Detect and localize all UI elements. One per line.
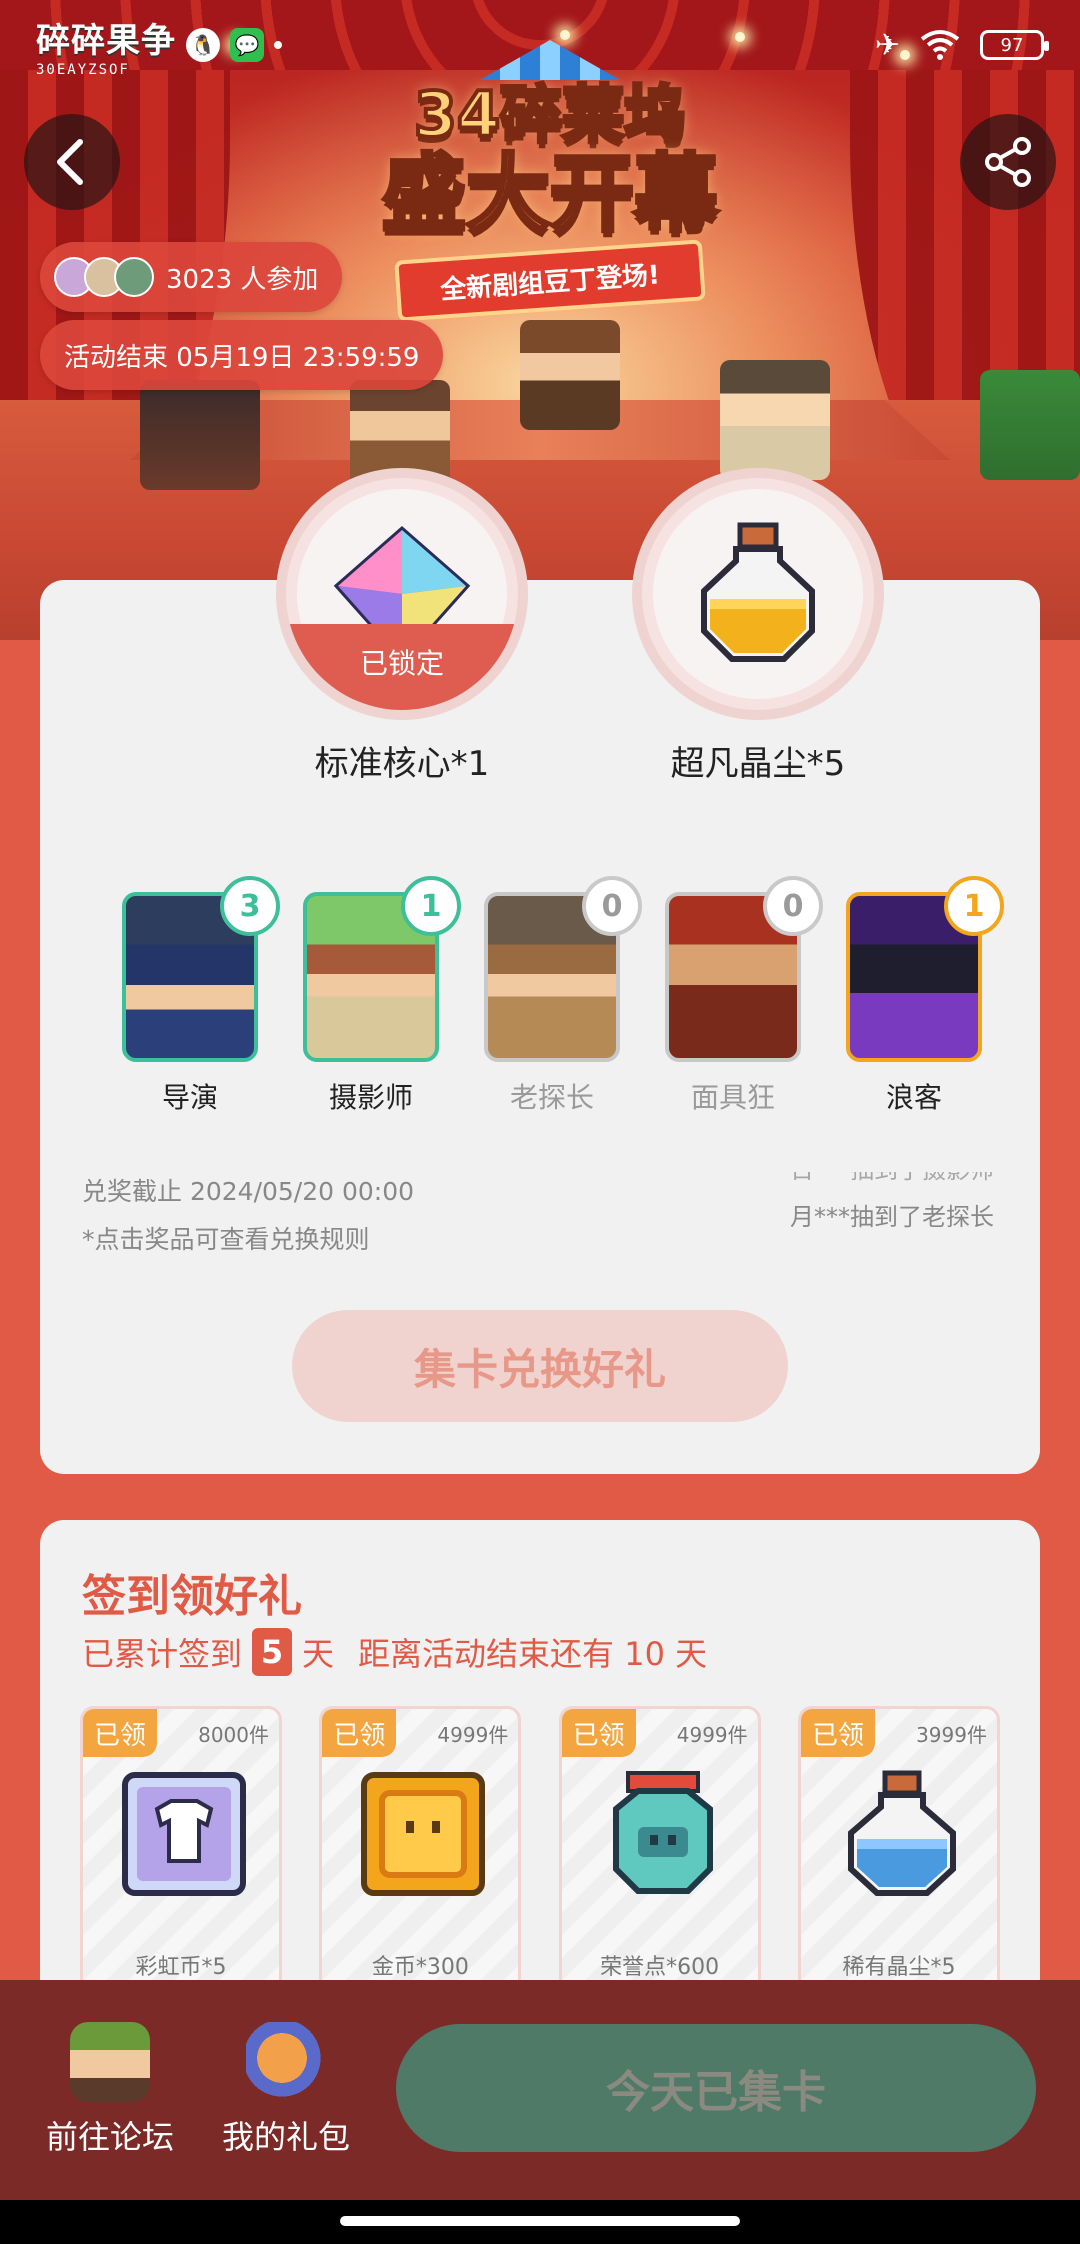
qq-icon: 🐧 — [186, 28, 220, 62]
gift-name: 彩虹币*5 — [135, 1955, 227, 1980]
signin-progress-prefix: 已累计签到 — [82, 1635, 243, 1673]
pixel-character-detective — [720, 360, 830, 480]
claimed-tag: 已领 — [322, 1709, 397, 1757]
reward-label: 超凡晶尘*5 — [670, 744, 846, 784]
wifi-icon — [920, 30, 960, 60]
character-cards-row: 3 导演 1 摄影师 0 老探长 0 面具狂 1 浪客 — [122, 876, 1004, 1116]
card-count-badge: 1 — [944, 876, 1004, 936]
signin-gift-row: 已领 8000件 彩虹币*5 已领 4999件 金币*300 已领 4999件 … — [80, 1706, 1000, 2006]
brand-logo-text: 碎碎果争 — [36, 20, 176, 61]
character-card-mask-maniac[interactable]: 0 面具狂 — [665, 876, 823, 1116]
character-name: 老探长 — [509, 1081, 594, 1114]
event-title-line1: 34碎莱坞 — [412, 78, 688, 151]
rule-tip: *点击奖品可查看兑换规则 — [82, 1225, 370, 1254]
rainbow-shirt-icon — [119, 1769, 249, 1899]
ticker-item-prev: 日***抽到了摄影师 — [734, 1172, 994, 1185]
brand-logo-sub: 30EAYZSOF — [36, 61, 130, 78]
reward-circle — [632, 468, 884, 720]
signin-gift-rainbow-coin[interactable]: 已领 8000件 彩虹币*5 — [80, 1706, 282, 2006]
notification-dot — [274, 41, 282, 49]
gold-coin-icon — [358, 1769, 488, 1899]
character-name: 面具狂 — [690, 1081, 775, 1114]
battery-level: 97 — [1000, 34, 1024, 56]
today-collected-button[interactable]: 今天已集卡 — [396, 2024, 1036, 2152]
activity-end-pill: 活动结束 05月19日 23:59:59 — [40, 320, 444, 390]
gift-name: 稀有晶尘*5 — [842, 1955, 956, 1980]
locked-status-band: 已锁定 — [286, 624, 518, 710]
signin-remaining: 距离活动结束还有 10 天 — [358, 1635, 708, 1673]
blue-potion-icon — [837, 1769, 967, 1899]
signin-gift-honor-points[interactable]: 已领 4999件 荣誉点*600 — [558, 1706, 761, 2006]
gift-stock: 4999件 — [437, 1723, 509, 1747]
gift-pack-label: 我的礼包 — [221, 2118, 350, 2156]
collect-exchange-button[interactable]: 集卡兑换好礼 — [292, 1310, 788, 1422]
reward-standard-core[interactable]: 已锁定 标准核心*1 — [272, 468, 532, 785]
pixel-character-left — [140, 380, 260, 490]
claimed-tag: 已领 — [83, 1709, 157, 1757]
signin-days-unit: 天 — [302, 1635, 335, 1673]
gift-stock: 4999件 — [676, 1723, 748, 1747]
bottom-action-bar: 前往论坛 我的礼包 今天已集卡 — [0, 1980, 1080, 2200]
reward-superb-dust[interactable]: 超凡晶尘*5 — [628, 468, 888, 785]
share-icon — [985, 137, 1031, 187]
redeem-deadline: 兑奖截止 2024/05/20 00:00 — [82, 1177, 415, 1206]
gift-pack-icon — [246, 2022, 326, 2102]
winner-ticker: 日***抽到了摄影师 月***抽到了老探长 — [734, 1172, 994, 1252]
ticker-item-current: 月***抽到了老探长 — [790, 1203, 994, 1231]
back-button[interactable] — [24, 114, 120, 210]
gift-stock: 3999件 — [916, 1723, 987, 1747]
forum-label: 前往论坛 — [45, 2118, 174, 2156]
participant-avatars — [54, 257, 154, 297]
avatar — [114, 257, 154, 297]
card-exchange-panel: 已锁定 标准核心*1 超凡晶尘*5 3 导演 1 摄影师 0 老探长 0 面具狂… — [40, 468, 1040, 1474]
participant-count: 3023 人参加 — [166, 264, 319, 295]
signin-progress: 已累计签到 5 天 距离活动结束还有 10 天 — [82, 1628, 707, 1676]
character-card-director[interactable]: 3 导演 — [122, 876, 280, 1116]
claimed-tag: 已领 — [800, 1709, 875, 1757]
character-card-detective[interactable]: 0 老探长 — [484, 876, 642, 1116]
gift-stock: 8000件 — [198, 1723, 269, 1747]
gift-name: 金币*300 — [371, 1955, 469, 1980]
card-count-badge: 1 — [401, 876, 461, 936]
claimed-tag: 已领 — [561, 1709, 636, 1757]
activity-end-text: 活动结束 05月19日 23:59:59 — [64, 342, 420, 373]
pixel-character-cowboy — [520, 320, 620, 430]
status-bar: 碎碎果争 30EAYZSOF 🐧 💬 ✈ 97 — [0, 0, 1080, 90]
signin-days-count: 5 — [252, 1628, 293, 1676]
airplane-mode-icon: ✈ — [874, 27, 900, 63]
signin-title: 签到领好礼 — [82, 1571, 302, 1622]
go-to-forum-button[interactable]: 前往论坛 — [20, 2022, 200, 2158]
card-count-badge: 3 — [220, 876, 280, 936]
character-name: 浪客 — [885, 1081, 942, 1114]
gift-name: 荣誉点*600 — [600, 1955, 720, 1980]
character-name: 导演 — [161, 1081, 218, 1114]
character-card-photographer[interactable]: 1 摄影师 — [303, 876, 461, 1116]
honor-medal-icon — [598, 1769, 728, 1899]
share-button[interactable] — [960, 114, 1056, 210]
forum-icon — [70, 2022, 150, 2102]
home-indicator[interactable] — [340, 2216, 740, 2226]
brand-logo: 碎碎果争 30EAYZSOF — [36, 13, 176, 78]
character-name: 摄影师 — [328, 1081, 413, 1114]
reward-circle: 已锁定 — [276, 468, 528, 720]
potion-bottle-icon — [701, 522, 815, 662]
battery-icon: 97 — [980, 30, 1049, 60]
reward-label: 标准核心*1 — [314, 744, 490, 784]
my-gift-pack-button[interactable]: 我的礼包 — [196, 2022, 376, 2158]
signin-gift-gold-coin[interactable]: 已领 4999件 金币*300 — [319, 1706, 522, 2006]
wechat-icon: 💬 — [230, 28, 264, 62]
pixel-character-dino — [980, 370, 1080, 480]
character-card-ronin[interactable]: 1 浪客 — [846, 876, 1004, 1116]
card-count-badge: 0 — [582, 876, 642, 936]
event-subtitle-ribbon: 全新剧组豆丁登场! — [394, 239, 706, 322]
signin-gift-rare-dust[interactable]: 已领 3999件 稀有晶尘*5 — [797, 1706, 1000, 2006]
chevron-left-icon — [57, 139, 83, 185]
event-title-line2: 盛大开幕 — [380, 145, 720, 243]
card-count-badge: 0 — [763, 876, 823, 936]
participants-pill: 3023 人参加 — [40, 242, 343, 312]
